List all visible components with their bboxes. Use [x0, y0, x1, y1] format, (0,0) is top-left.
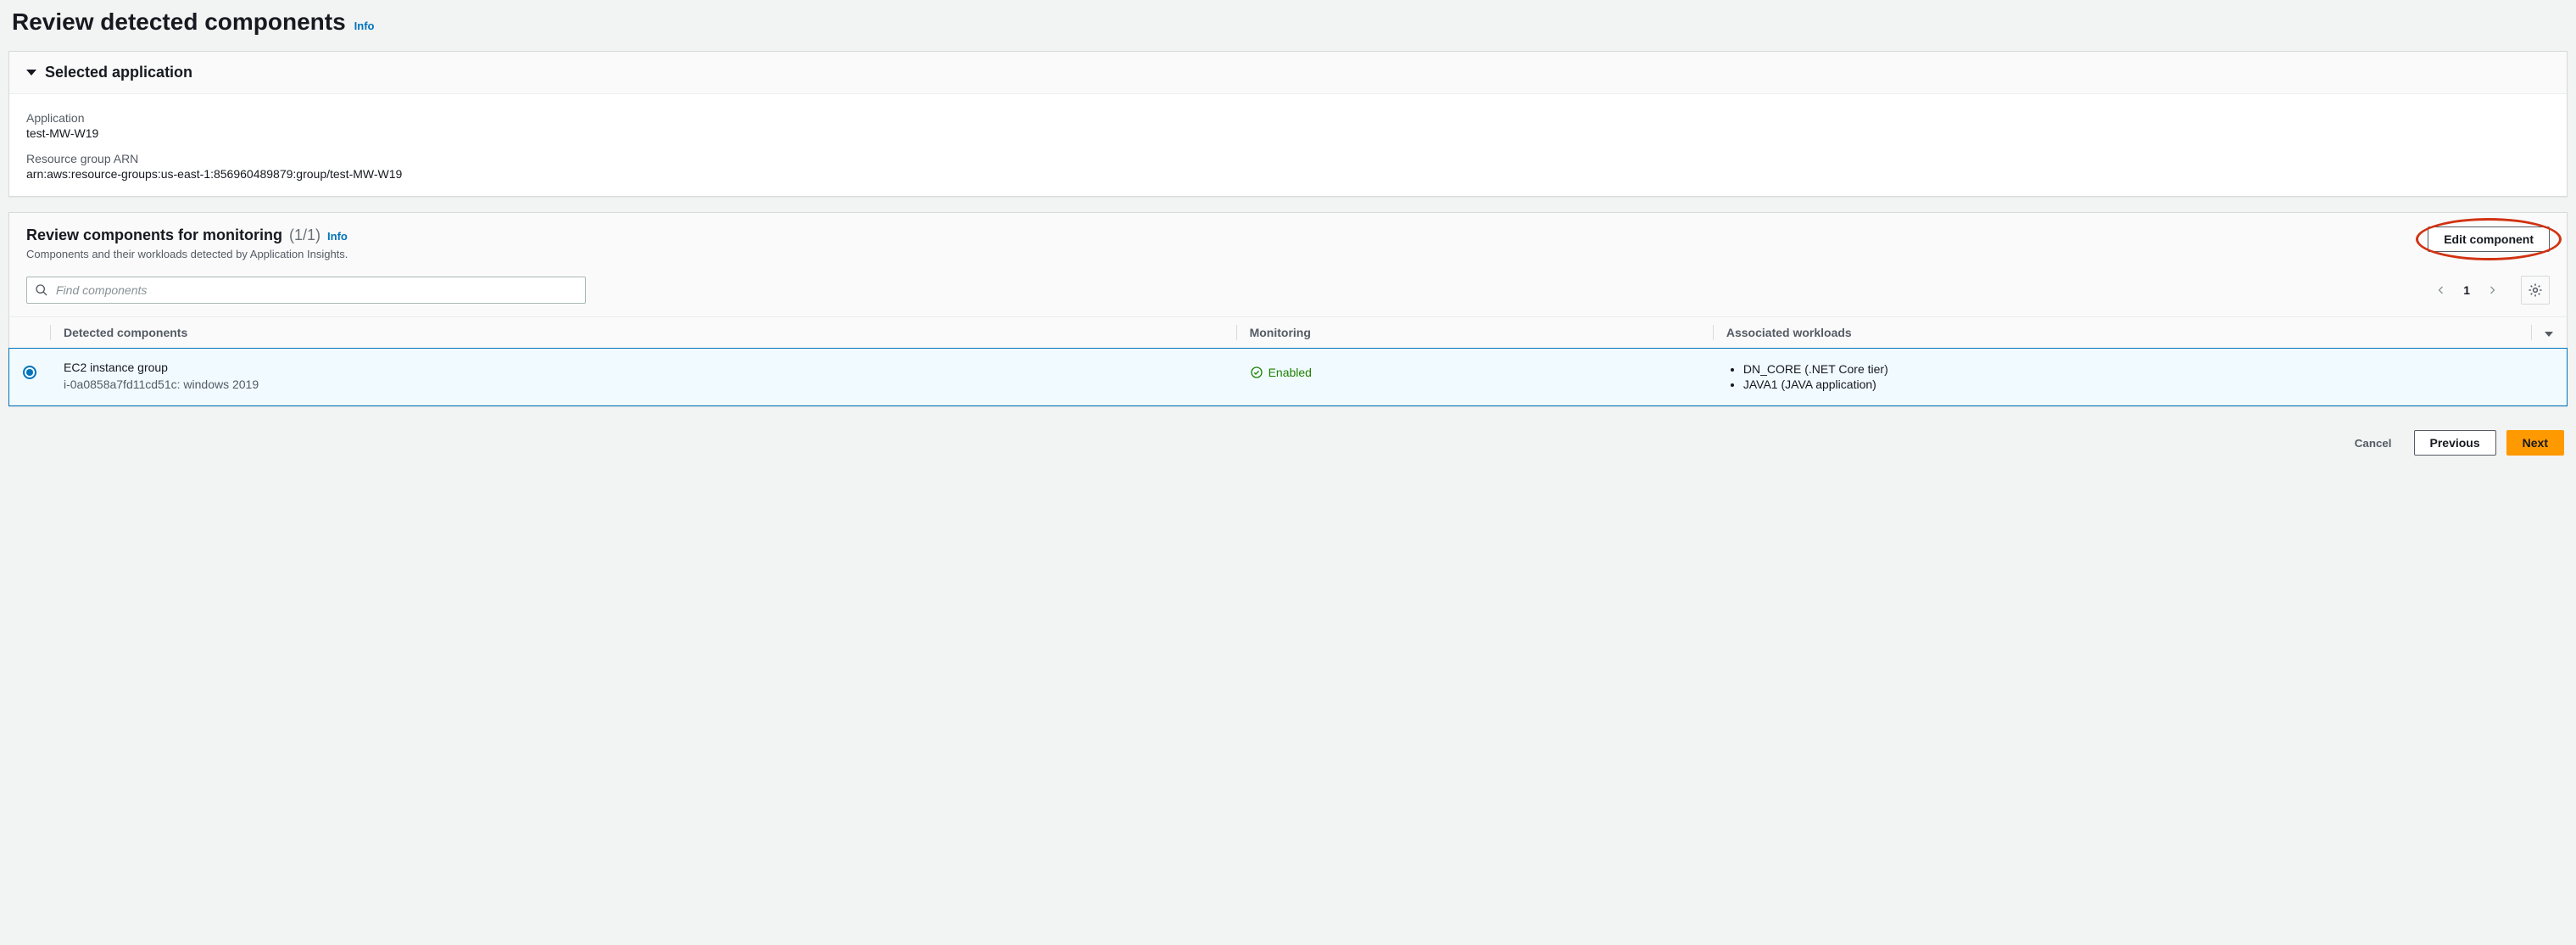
pager-next-button[interactable]: [2480, 278, 2504, 302]
application-label: Application: [26, 111, 2550, 125]
resource-group-arn-label: Resource group ARN: [26, 152, 2550, 165]
selected-application-header[interactable]: Selected application: [9, 52, 2567, 94]
edit-component-button[interactable]: Edit component: [2428, 226, 2550, 252]
review-components-title: Review components for monitoring: [26, 226, 282, 244]
review-components-header: Review components for monitoring (1/1) I…: [9, 213, 2567, 269]
review-components-panel: Review components for monitoring (1/1) I…: [8, 212, 2568, 406]
workload-item: JAVA1 (JAVA application): [1743, 377, 2553, 391]
col-workloads[interactable]: Associated workloads: [1713, 317, 2531, 349]
col-select: [9, 317, 50, 349]
selected-application-body: Application test-MW-W19 Resource group A…: [9, 94, 2567, 196]
review-components-info-link[interactable]: Info: [327, 230, 348, 243]
settings-button[interactable]: [2521, 276, 2550, 305]
monitoring-status-text: Enabled: [1268, 366, 1312, 379]
caret-down-icon: [26, 70, 36, 75]
component-name: EC2 instance group: [64, 361, 1223, 374]
page-title: Review detected components Info: [12, 8, 2568, 36]
components-table: Detected components Monitoring Associate…: [9, 316, 2567, 405]
col-actions[interactable]: [2531, 317, 2567, 349]
next-button[interactable]: Next: [2506, 430, 2564, 456]
component-subtext: i-0a0858a7fd11cd51c: windows 2019: [64, 377, 1223, 391]
monitoring-status: Enabled: [1250, 366, 1312, 379]
chevron-right-icon: [2487, 285, 2497, 295]
search-input[interactable]: [26, 277, 586, 304]
selected-application-title: Selected application: [45, 64, 192, 81]
gear-icon: [2528, 282, 2543, 298]
row-radio[interactable]: [23, 366, 36, 379]
previous-button[interactable]: Previous: [2414, 430, 2496, 456]
page-info-link[interactable]: Info: [354, 20, 375, 32]
review-components-count: (1/1): [289, 226, 321, 244]
search-wrap: [26, 277, 586, 304]
pager-prev-button[interactable]: [2429, 278, 2453, 302]
footer-actions: Cancel Previous Next: [8, 422, 2568, 456]
workloads-list: DN_CORE (.NET Core tier) JAVA1 (JAVA app…: [1726, 362, 2553, 391]
col-detected[interactable]: Detected components: [50, 317, 1236, 349]
components-toolbar: 1: [9, 269, 2567, 316]
col-monitoring[interactable]: Monitoring: [1236, 317, 1713, 349]
review-components-subtitle: Components and their workloads detected …: [26, 248, 348, 260]
column-menu-icon: [2545, 332, 2553, 337]
pager-page-number: 1: [2463, 283, 2470, 297]
pager: 1: [2429, 276, 2550, 305]
chevron-left-icon: [2436, 285, 2446, 295]
check-circle-icon: [1250, 366, 1263, 379]
edit-component-annotation: Edit component: [2428, 226, 2550, 252]
selected-application-panel: Selected application Application test-MW…: [8, 51, 2568, 197]
application-value: test-MW-W19: [26, 126, 2550, 140]
cancel-button[interactable]: Cancel: [2343, 430, 2404, 456]
resource-group-arn-value: arn:aws:resource-groups:us-east-1:856960…: [26, 167, 2550, 181]
workload-item: DN_CORE (.NET Core tier): [1743, 362, 2553, 376]
page-title-text: Review detected components: [12, 8, 346, 36]
table-row[interactable]: EC2 instance group i-0a0858a7fd11cd51c: …: [9, 349, 2567, 405]
search-icon: [35, 283, 48, 297]
